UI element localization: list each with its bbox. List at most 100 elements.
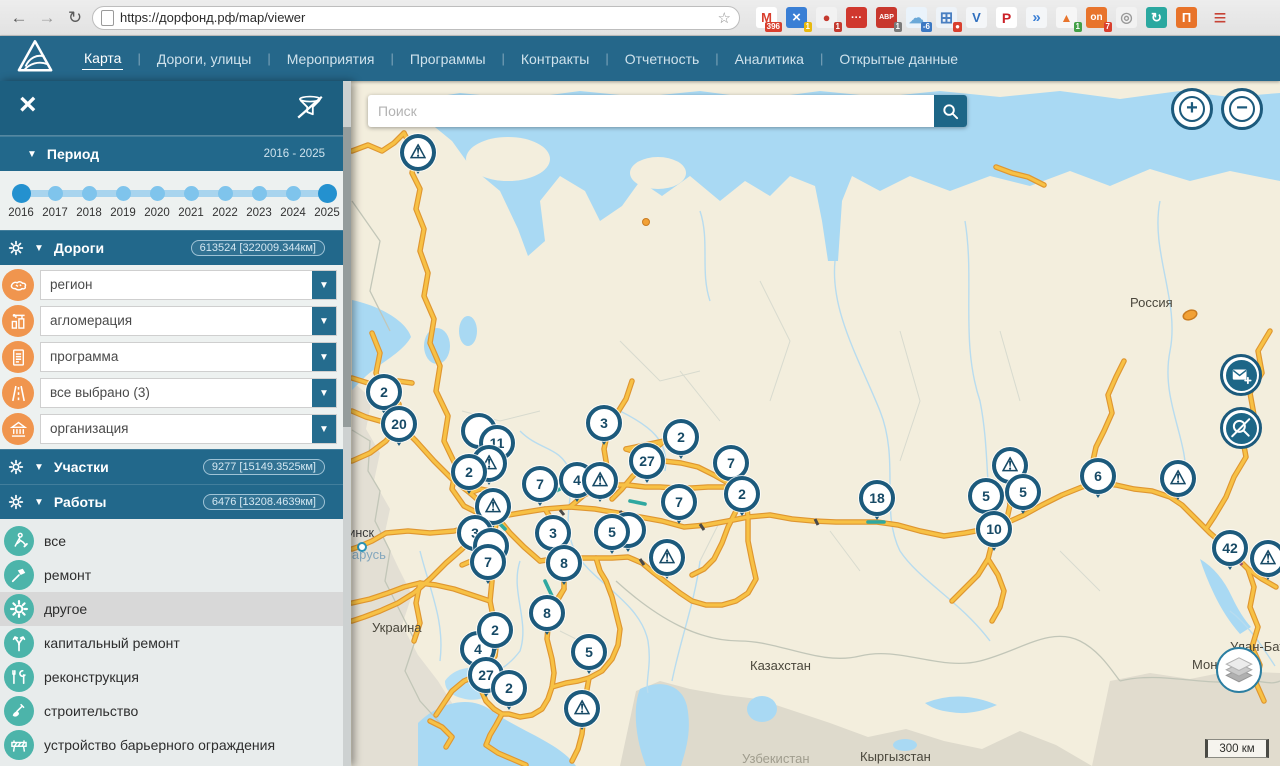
map-cluster-marker[interactable]: 42	[1212, 530, 1248, 566]
section-roads[interactable]: ▼ Дороги 613524 [322009.344км]	[0, 230, 351, 265]
map-cluster-marker[interactable]: 2	[663, 419, 699, 455]
filter-select-3[interactable]: программа▼	[40, 342, 337, 372]
gear-icon[interactable]	[8, 494, 24, 510]
scrollbar-thumb[interactable]	[343, 127, 351, 427]
sidebar-scrollbar[interactable]	[343, 81, 351, 766]
map-warning-marker[interactable]: ⚠	[582, 462, 618, 499]
slider-handle-2024[interactable]	[286, 186, 301, 201]
map-cluster-marker[interactable]: 27	[629, 443, 665, 479]
antivirus-extension-icon[interactable]: ▲1	[1056, 7, 1077, 28]
zoom-in-button[interactable]: +	[1171, 88, 1213, 130]
map-cluster-marker[interactable]: 2	[491, 670, 527, 706]
map-cluster-marker[interactable]: 10	[976, 511, 1012, 547]
period-slider[interactable]: 2016201720182019202020212022202320242025	[0, 171, 351, 230]
slider-handle-2020[interactable]	[150, 186, 165, 201]
slider-handle-2021[interactable]	[184, 186, 199, 201]
browser-forward-icon[interactable]: →	[36, 7, 58, 29]
section-works[interactable]: ▼ Работы 6476 [13208.4639км]	[0, 484, 351, 519]
slider-handle-2025[interactable]	[318, 184, 337, 203]
map-cluster-marker[interactable]: 2	[366, 374, 402, 410]
filter-select-5[interactable]: организация▼	[40, 414, 337, 444]
browser-menu-icon[interactable]: ≡	[1209, 7, 1231, 29]
gmail-extension-icon[interactable]: M396	[756, 7, 777, 28]
map-warning-marker[interactable]: ⚠	[649, 539, 685, 576]
filter-select-4[interactable]: все выбрано (3)▼	[40, 378, 337, 408]
nav-item-1[interactable]: Карта	[82, 47, 123, 70]
nav-item-2[interactable]: Дороги, улицы	[155, 48, 253, 70]
dropdown-caret-icon[interactable]: ▼	[312, 343, 336, 371]
search-button[interactable]	[934, 95, 967, 127]
slider-handle-2023[interactable]	[252, 186, 267, 201]
nav-item-6[interactable]: Отчетность	[623, 48, 702, 70]
browser-reload-icon[interactable]: ↻	[64, 7, 86, 29]
zoom-out-button[interactable]: −	[1221, 88, 1263, 130]
map-cluster-marker[interactable]: 7	[470, 544, 506, 580]
map-cluster-marker[interactable]: 8	[529, 595, 565, 631]
slider-handle-2022[interactable]	[218, 186, 233, 201]
dots-extension-icon[interactable]: ···	[846, 7, 867, 28]
nav-item-5[interactable]: Контракты	[519, 48, 591, 70]
filter-select-2[interactable]: агломерация▼	[40, 306, 337, 336]
section-sites[interactable]: ▼ Участки 9277 [15149.3525км]	[0, 449, 351, 484]
dropdown-caret-icon[interactable]: ▼	[312, 379, 336, 407]
map-cluster-marker[interactable]: 7	[661, 484, 697, 520]
grid-globe-extension-icon[interactable]: ⊞●	[936, 7, 957, 28]
nav-item-4[interactable]: Программы	[408, 48, 488, 70]
slider-handle-2017[interactable]	[48, 186, 63, 201]
map-warning-marker[interactable]: ⚠	[400, 134, 436, 171]
work-type-6[interactable]: строительство	[0, 694, 351, 728]
layers-button[interactable]	[1216, 647, 1262, 693]
map-warning-marker[interactable]: ⚠	[1160, 460, 1196, 497]
map-cluster-marker[interactable]: 5	[571, 634, 607, 670]
work-type-5[interactable]: реконструкция	[0, 660, 351, 694]
bookmark-star-icon[interactable]: ☆	[718, 9, 731, 27]
map-cluster-marker[interactable]: 8	[546, 545, 582, 581]
disable-search-button[interactable]	[1220, 407, 1262, 449]
map-search[interactable]	[368, 95, 967, 127]
url-text[interactable]: https://дорфонд.рф/map/viewer	[120, 10, 712, 25]
swoosh-extension-icon[interactable]: »	[1026, 7, 1047, 28]
v-shield-extension-icon[interactable]: V	[966, 7, 987, 28]
site-logo[interactable]	[16, 38, 54, 79]
map-cluster-marker[interactable]: 2	[477, 612, 513, 648]
map-warning-marker[interactable]: ⚠	[564, 690, 600, 727]
stop-hand-extension-icon[interactable]: ●1	[816, 7, 837, 28]
p-tile-extension-icon[interactable]: П	[1176, 7, 1197, 28]
map-cluster-marker[interactable]: 6	[1080, 458, 1116, 494]
on-ext-extension-icon[interactable]: on7	[1086, 7, 1107, 28]
work-type-3[interactable]: другое	[0, 592, 351, 626]
browser-back-icon[interactable]: ←	[8, 7, 30, 29]
drop-extension-icon[interactable]: ◎	[1116, 7, 1137, 28]
nav-item-8[interactable]: Открытые данные	[837, 48, 960, 70]
slider-handle-2018[interactable]	[82, 186, 97, 201]
map-cluster-marker[interactable]: 7	[522, 466, 558, 502]
map-cluster-marker[interactable]: 5	[1005, 474, 1041, 510]
sync-extension-icon[interactable]: ↻	[1146, 7, 1167, 28]
weather-cloud-extension-icon[interactable]: ☁-6	[906, 7, 927, 28]
work-type-1[interactable]: все	[0, 524, 351, 558]
search-input[interactable]	[368, 95, 934, 127]
work-type-4[interactable]: капитальный ремонт	[0, 626, 351, 660]
map-cluster-marker[interactable]: 3	[586, 405, 622, 441]
map-cluster-marker[interactable]: 20	[381, 406, 417, 442]
map-warning-marker[interactable]: ⚠	[1250, 540, 1280, 577]
map-cluster-marker[interactable]: 2	[724, 476, 760, 512]
map-cluster-marker[interactable]: 18	[859, 480, 895, 516]
filter-select-1[interactable]: регион▼	[40, 270, 337, 300]
slider-handle-2019[interactable]	[116, 186, 131, 201]
adblock-extension-icon[interactable]: ABP1	[876, 7, 897, 28]
slider-track[interactable]	[16, 190, 332, 197]
nav-item-3[interactable]: Мероприятия	[285, 48, 377, 70]
bowtie-extension-icon[interactable]: ×1	[786, 7, 807, 28]
feedback-button[interactable]	[1220, 354, 1262, 396]
map-cluster-marker[interactable]: 5	[594, 514, 630, 550]
map-cluster-marker[interactable]: 2	[451, 454, 487, 490]
work-type-7[interactable]: устройство барьерного ограждения	[0, 728, 351, 762]
gear-icon[interactable]	[8, 240, 24, 256]
dropdown-caret-icon[interactable]: ▼	[312, 415, 336, 443]
gear-icon[interactable]	[8, 459, 24, 475]
work-type-2[interactable]: ремонт	[0, 558, 351, 592]
close-icon[interactable]: ×	[19, 90, 37, 120]
dropdown-caret-icon[interactable]: ▼	[312, 271, 336, 299]
slider-handle-2016[interactable]	[12, 184, 31, 203]
